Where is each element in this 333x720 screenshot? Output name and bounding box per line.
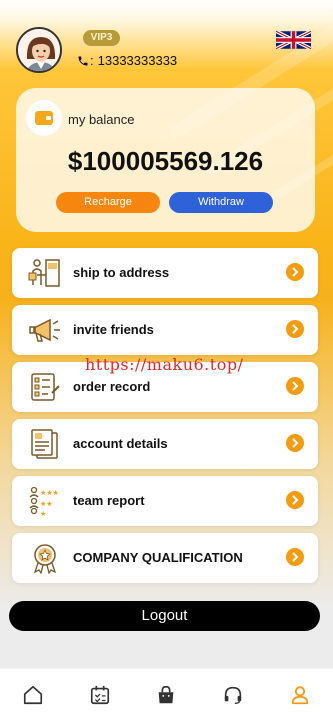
balance-card: my balance $100005569.126 Recharge Withd… <box>16 88 315 232</box>
balance-label: my balance <box>68 112 135 127</box>
menu-item-team-report[interactable]: ★★★ ★★ ★ team report <box>12 476 318 526</box>
home-icon <box>24 685 43 704</box>
nav-shop[interactable] <box>146 675 186 715</box>
menu-item-label: team report <box>73 493 145 508</box>
documents-icon <box>31 429 58 459</box>
withdraw-button[interactable]: Withdraw <box>169 192 273 213</box>
menu-item-label: account details <box>73 436 168 451</box>
checklist-icon <box>31 373 60 401</box>
svg-text:★★★: ★★★ <box>40 489 59 497</box>
phone-value: 13333333333 <box>97 53 178 68</box>
megaphone-icon <box>29 318 60 342</box>
svg-text:★: ★ <box>40 510 46 517</box>
uk-flag-icon <box>275 29 312 51</box>
menu-item-invite-friends[interactable]: invite friends <box>12 305 318 355</box>
delivery-icon <box>28 259 60 287</box>
svg-text:★★: ★★ <box>40 500 53 508</box>
phone-prefix: : <box>90 53 94 68</box>
phone-number: : 13333333333 <box>77 53 177 68</box>
award-badge-icon <box>33 544 57 574</box>
nav-home[interactable] <box>13 675 53 715</box>
chevron-right-icon <box>286 377 304 395</box>
user-icon <box>291 685 308 704</box>
logout-button[interactable]: Logout <box>9 601 320 631</box>
menu-item-ship-to-address[interactable]: ship to address <box>12 248 318 298</box>
menu-item-label: COMPANY QUALIFICATION <box>73 550 243 565</box>
menu-item-account-details[interactable]: account details <box>12 419 318 469</box>
nav-profile[interactable] <box>280 675 320 715</box>
balance-amount: $100005569.126 <box>67 146 264 176</box>
menu-item-label: invite friends <box>73 322 154 337</box>
avatar-woman-icon <box>18 29 60 71</box>
watermark-url: https://maku6.top/ <box>85 355 244 374</box>
chevron-right-icon <box>286 548 304 566</box>
avatar[interactable] <box>16 27 62 73</box>
account-page: VIP3 : 13333333333 my balance $100005569… <box>0 0 333 720</box>
phone-icon <box>78 56 88 65</box>
chevron-right-icon <box>286 320 304 338</box>
wallet-icon <box>26 100 62 136</box>
bottom-nav <box>0 668 333 720</box>
team-rating-icon: ★★★ ★★ ★ <box>29 486 59 517</box>
headset-icon <box>224 686 242 704</box>
chevron-right-icon <box>286 491 304 509</box>
shopping-bag-icon <box>159 685 174 703</box>
nav-service[interactable] <box>213 675 253 715</box>
menu-item-label: order record <box>73 379 151 394</box>
vip-badge: VIP3 <box>83 30 120 46</box>
menu-item-label: ship to address <box>73 265 170 280</box>
calendar-check-icon <box>90 685 109 704</box>
menu-item-company-qualification[interactable]: COMPANY QUALIFICATION <box>12 533 318 583</box>
chevron-right-icon <box>286 263 304 281</box>
chevron-right-icon <box>286 434 304 452</box>
nav-orders[interactable] <box>80 675 120 715</box>
recharge-button[interactable]: Recharge <box>56 192 160 213</box>
language-selector[interactable] <box>275 29 312 51</box>
